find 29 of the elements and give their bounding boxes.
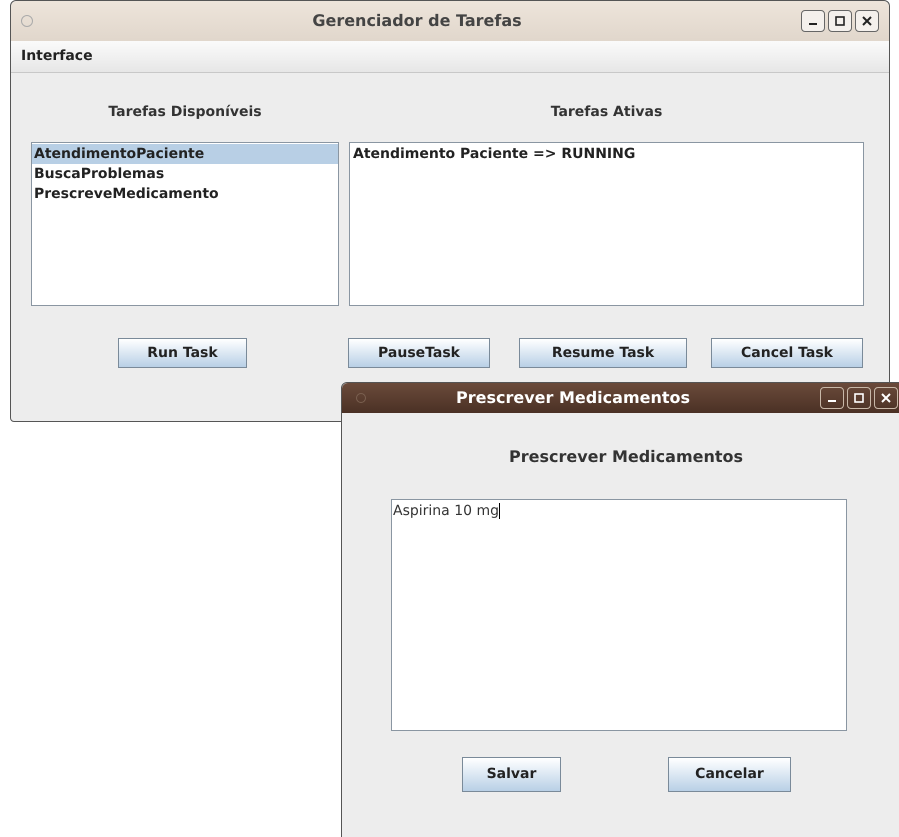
- minimize-icon: [809, 23, 817, 25]
- close-button[interactable]: [855, 10, 879, 32]
- dialog-heading: Prescrever Medicamentos: [508, 447, 744, 466]
- window-title: Gerenciador de Tarefas: [311, 10, 523, 32]
- close-button[interactable]: [874, 387, 898, 409]
- close-icon: [881, 393, 891, 403]
- maximize-icon: [854, 393, 864, 403]
- minimize-button[interactable]: [820, 387, 844, 409]
- menu-item[interactable]: Interface: [21, 46, 93, 67]
- minimize-icon: [828, 400, 836, 402]
- minimize-button[interactable]: [801, 10, 825, 32]
- list-item[interactable]: Atendimento Paciente => RUNNING: [350, 144, 863, 164]
- prescription-text-area[interactable]: Aspirina 10 mg: [391, 499, 847, 731]
- list-item[interactable]: PrescreveMedicamento: [32, 184, 338, 204]
- cancel-task-button[interactable]: Cancel Task: [711, 338, 863, 368]
- maximize-button[interactable]: [828, 10, 852, 32]
- close-icon: [862, 16, 872, 26]
- maximize-icon: [835, 16, 845, 26]
- window-title: Prescrever Medicamentos: [454, 387, 692, 409]
- list-item[interactable]: BuscaProblemas: [32, 164, 338, 184]
- save-button[interactable]: Salvar: [462, 757, 561, 792]
- maximize-button[interactable]: [847, 387, 871, 409]
- list-heading: Tarefas Disponíveis: [108, 104, 262, 120]
- cancel-button[interactable]: Cancelar: [668, 757, 791, 792]
- list-heading: Tarefas Ativas: [550, 104, 662, 120]
- list-item[interactable]: AtendimentoPaciente: [32, 144, 338, 164]
- pause-task-button[interactable]: PauseTask: [348, 338, 490, 368]
- run-task-button[interactable]: Run Task: [118, 338, 247, 368]
- resume-task-button[interactable]: Resume Task: [519, 338, 687, 368]
